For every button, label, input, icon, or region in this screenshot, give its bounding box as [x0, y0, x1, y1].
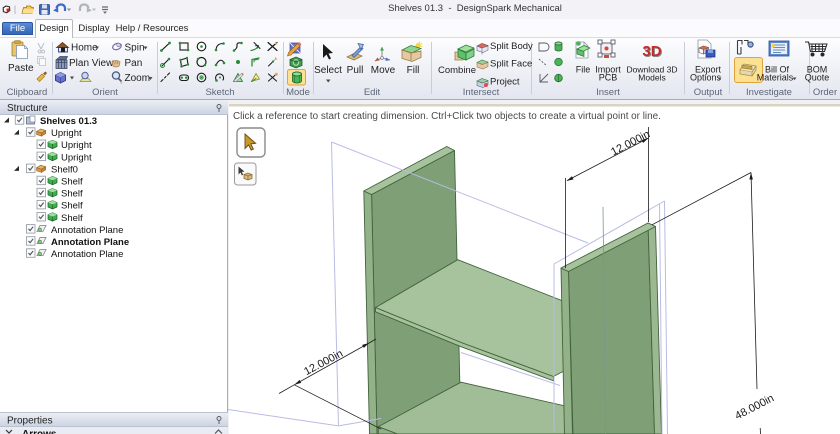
svg-text:Output: Output [694, 87, 723, 98]
svg-text:Pull: Pull [347, 65, 364, 76]
svg-text:Intersect: Intersect [463, 87, 500, 98]
svg-text:Upright: Upright [61, 152, 92, 163]
svg-text:Edit: Edit [364, 87, 381, 98]
svg-text:Models: Models [638, 73, 665, 83]
svg-text:Properties: Properties [7, 416, 53, 427]
svg-text:Orient: Orient [92, 87, 118, 98]
svg-text:Upright: Upright [51, 128, 82, 139]
svg-text:Zoom: Zoom [125, 73, 151, 84]
svg-text:Investigate: Investigate [746, 87, 792, 98]
svg-text:Clipboard: Clipboard [7, 87, 48, 98]
svg-text:Annotation Plane: Annotation Plane [51, 225, 123, 236]
svg-text:Split Face: Split Face [490, 59, 532, 70]
svg-text:Arrows: Arrows [22, 429, 57, 434]
svg-text:Upright: Upright [61, 140, 92, 151]
svg-text:Click a reference to start cre: Click a reference to start creating dime… [233, 111, 661, 122]
svg-text:Shelf: Shelf [61, 177, 83, 188]
svg-text:Split Body: Split Body [490, 41, 533, 52]
svg-text:Insert: Insert [596, 87, 620, 98]
svg-text:Annotation Plane: Annotation Plane [51, 249, 123, 260]
svg-text:Shelf: Shelf [61, 213, 83, 224]
svg-text:Fill: Fill [407, 65, 420, 76]
svg-text:Structure: Structure [7, 103, 48, 114]
svg-text:File: File [576, 65, 591, 75]
svg-text:Sketch: Sketch [205, 87, 234, 98]
svg-text:Combine: Combine [438, 65, 476, 76]
svg-text:Move: Move [371, 65, 396, 76]
svg-text:Annotation Plane: Annotation Plane [51, 237, 129, 248]
svg-text:Shelves 01.3: Shelves 01.3 [40, 116, 97, 127]
svg-text:PCB: PCB [599, 73, 618, 83]
svg-text:Mode: Mode [286, 87, 310, 98]
svg-text:Paste: Paste [8, 63, 34, 74]
svg-text:Project: Project [490, 77, 520, 88]
svg-text:Quote: Quote [805, 73, 830, 83]
svg-text:Options: Options [690, 73, 722, 83]
svg-text:3D: 3D [642, 43, 661, 60]
svg-text:Shelf: Shelf [61, 201, 83, 212]
svg-text:Select: Select [314, 65, 342, 76]
svg-text:Pan: Pan [125, 58, 143, 69]
svg-text:Plan View: Plan View [69, 58, 114, 69]
svg-text:Spin: Spin [125, 43, 145, 54]
svg-text:Shelf0: Shelf0 [51, 164, 78, 175]
svg-text:Home: Home [71, 43, 98, 54]
svg-text:Shelf: Shelf [61, 189, 83, 200]
svg-text:Order: Order [813, 87, 837, 98]
svg-text:Materials: Materials [757, 73, 794, 83]
